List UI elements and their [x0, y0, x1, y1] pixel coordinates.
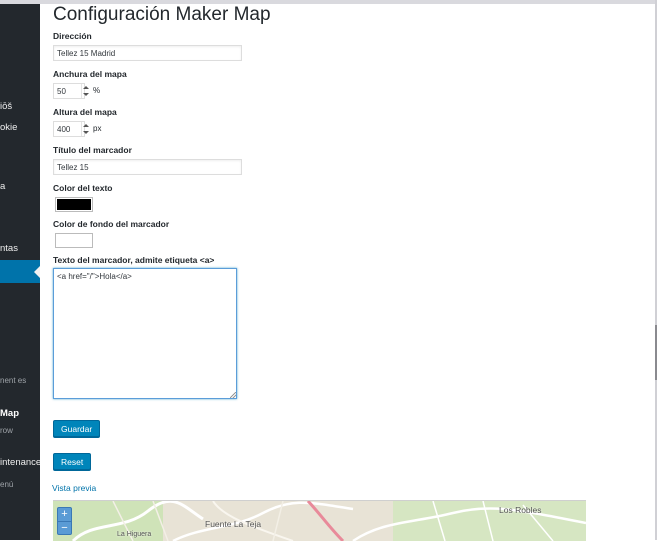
map-width-spinner-icon[interactable] [81, 84, 90, 98]
map-width-unit: % [93, 86, 101, 95]
text-color-swatch [57, 199, 91, 210]
map-height-unit: px [93, 124, 102, 133]
sidebar-item[interactable]: okie [0, 117, 40, 139]
marker-title-input[interactable] [53, 159, 242, 175]
admin-sidebar: iōš okie a ntas nent es Map row intenanc… [0, 4, 40, 540]
zoom-out-button[interactable]: − [58, 521, 71, 535]
marker-title-label: Título del marcador [53, 145, 132, 155]
bg-color-picker[interactable] [55, 233, 93, 248]
sidebar-item[interactable]: ntas [0, 238, 40, 260]
text-color-picker[interactable] [55, 197, 93, 212]
map-label-fuente-la-teja: Fuente La Teja [205, 519, 262, 529]
bg-color-swatch [57, 235, 91, 246]
resize-handle-icon[interactable] [230, 392, 236, 398]
sidebar-item[interactable]: iōš [0, 96, 40, 118]
map-preview[interactable]: + − Los Robles Fuente La Teja La Higuera [53, 500, 586, 541]
sidebar-item[interactable]: a [0, 176, 40, 198]
preview-link[interactable]: Vista previa [52, 483, 96, 493]
sidebar-item[interactable]: intenance [0, 452, 40, 474]
sidebar-item[interactable]: enú [0, 474, 40, 496]
sidebar-item[interactable]: nent es [0, 370, 40, 392]
address-input[interactable] [53, 45, 242, 61]
map-zoom-control: + − [57, 507, 72, 535]
marker-text-label: Texto del marcador, admite etiqueta <a> [53, 255, 215, 265]
marker-text-textarea[interactable]: <a href="/">Hola</a> [53, 268, 237, 399]
map-width-label: Anchura del mapa [53, 69, 127, 79]
save-button[interactable]: Guardar [53, 420, 101, 437]
map-label-la-higuera: La Higuera [117, 531, 152, 538]
map-label-los-robles: Los Robles [499, 505, 542, 515]
map-height-label: Altura del mapa [53, 107, 117, 117]
sidebar-subitem[interactable]: row [0, 420, 40, 442]
zoom-in-button[interactable]: + [58, 508, 71, 521]
bg-color-label: Color de fondo del marcador [53, 219, 170, 229]
page-title: Configuración Maker Map [53, 4, 271, 25]
reset-button[interactable]: Reset [53, 453, 92, 470]
main-content: Configuración Maker Map Dirección Anchur… [40, 4, 655, 541]
address-label: Dirección [53, 31, 92, 41]
text-color-label: Color del texto [53, 183, 113, 193]
map-height-spinner-icon[interactable] [81, 122, 90, 136]
